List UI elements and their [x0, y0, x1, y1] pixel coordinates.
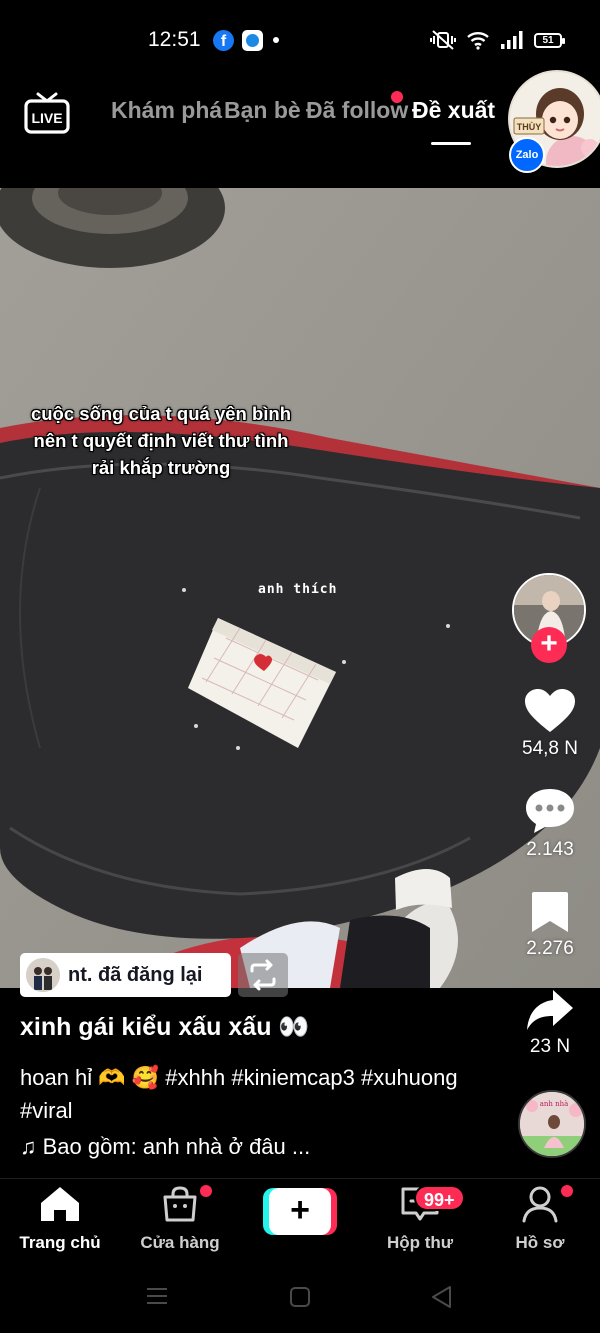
nav-home-label: Trang chủ: [19, 1233, 101, 1252]
system-status-icons: 51: [430, 28, 565, 52]
more-notifications-dot-icon: [273, 37, 279, 43]
nav-inbox-label: Hộp thư: [386, 1233, 454, 1252]
mute-vibrate-icon: [430, 30, 456, 50]
share-button[interactable]: 23 N: [510, 988, 590, 1058]
follow-plus-button[interactable]: +: [531, 627, 567, 663]
like-button[interactable]: 54,8 N: [510, 688, 590, 760]
wifi-icon: [467, 32, 489, 50]
tab-kham-pha[interactable]: Khám phá: [111, 97, 222, 124]
home-square-icon[interactable]: [289, 1286, 311, 1308]
like-count: 54,8 N: [522, 738, 578, 759]
system-navigation-bar: [0, 1260, 600, 1333]
comment-count: 2.143: [526, 839, 574, 860]
shopping-bag-icon: [163, 1186, 197, 1222]
tab-de-xuat[interactable]: Đề xuất: [412, 97, 495, 124]
svg-text:LIVE: LIVE: [31, 110, 62, 126]
music-disc-text: anh nhà: [540, 1099, 569, 1108]
active-tab-indicator: [431, 142, 471, 145]
live-icon[interactable]: LIVE: [24, 90, 70, 134]
zalo-icon[interactable]: Zalo: [509, 137, 545, 173]
status-bar: 12:51 f 51: [0, 0, 600, 80]
repost-icon: [250, 959, 276, 991]
music-track[interactable]: ♫ Bao gồm: anh nhà ở đâu ...: [20, 1134, 310, 1160]
bottom-nav: Trang chủ Cửa hàng + Hộp thư 99+ Hồ sơ: [0, 1178, 600, 1260]
recent-apps-icon[interactable]: [146, 1286, 168, 1306]
comment-icon: [526, 789, 574, 833]
repost-label: nt. đã đăng lại: [68, 963, 203, 986]
status-time: 12:51: [148, 28, 201, 51]
plus-icon: +: [269, 1188, 331, 1235]
profile-notification-dot: [561, 1185, 573, 1197]
bookmark-icon: [532, 892, 568, 932]
profile-name-tag: THÙY: [517, 121, 542, 132]
nav-profile[interactable]: Hồ sơ: [480, 1185, 600, 1253]
repost-button[interactable]: [238, 953, 288, 997]
top-nav: LIVE Khám phá Bạn bè Đã follow Đề xuất T…: [0, 70, 600, 188]
share-icon: [527, 990, 573, 1030]
shop-notification-dot: [200, 1185, 212, 1197]
video-player[interactable]: cuộc sống của t quá yên bình nên t quyết…: [0, 188, 600, 988]
nav-profile-label: Hồ sơ: [515, 1233, 565, 1252]
signal-icon: [501, 31, 523, 49]
nav-shop-label: Cửa hàng: [140, 1233, 220, 1252]
nav-shop[interactable]: Cửa hàng: [120, 1185, 240, 1253]
create-button[interactable]: +: [263, 1188, 337, 1235]
nav-home[interactable]: Trang chủ: [0, 1185, 120, 1253]
messenger-icon: [242, 30, 263, 51]
video-overlay-small-text: anh thích: [258, 582, 338, 597]
follow-notification-dot: [391, 91, 403, 103]
battery-icon: 51: [534, 32, 565, 48]
home-icon: [41, 1187, 79, 1221]
repost-chip[interactable]: nt. đã đăng lại: [20, 953, 231, 997]
music-disc[interactable]: anh nhà: [518, 1090, 586, 1158]
video-title[interactable]: xinh gái kiểu xấu xấu 👀: [20, 1013, 310, 1042]
tab-ban-be[interactable]: Bạn bè: [224, 97, 301, 124]
heart-icon: [525, 689, 575, 732]
inbox-badge: 99+: [414, 1185, 465, 1211]
profile-icon: [522, 1186, 558, 1223]
comment-button[interactable]: 2.143: [510, 787, 590, 861]
share-count: 23 N: [529, 1036, 571, 1057]
save-button[interactable]: 2.276: [510, 890, 590, 960]
save-count: 2.276: [526, 938, 574, 959]
back-triangle-icon[interactable]: [430, 1285, 452, 1309]
video-overlay-caption: cuộc sống của t quá yên bình nên t quyết…: [30, 403, 292, 478]
facebook-icon: f: [213, 30, 234, 51]
repost-avatar: [26, 958, 60, 992]
video-description[interactable]: hoan hỉ 🫶 🥰 #xhhh #kiniemcap3 #xuhuong #…: [20, 1061, 490, 1127]
